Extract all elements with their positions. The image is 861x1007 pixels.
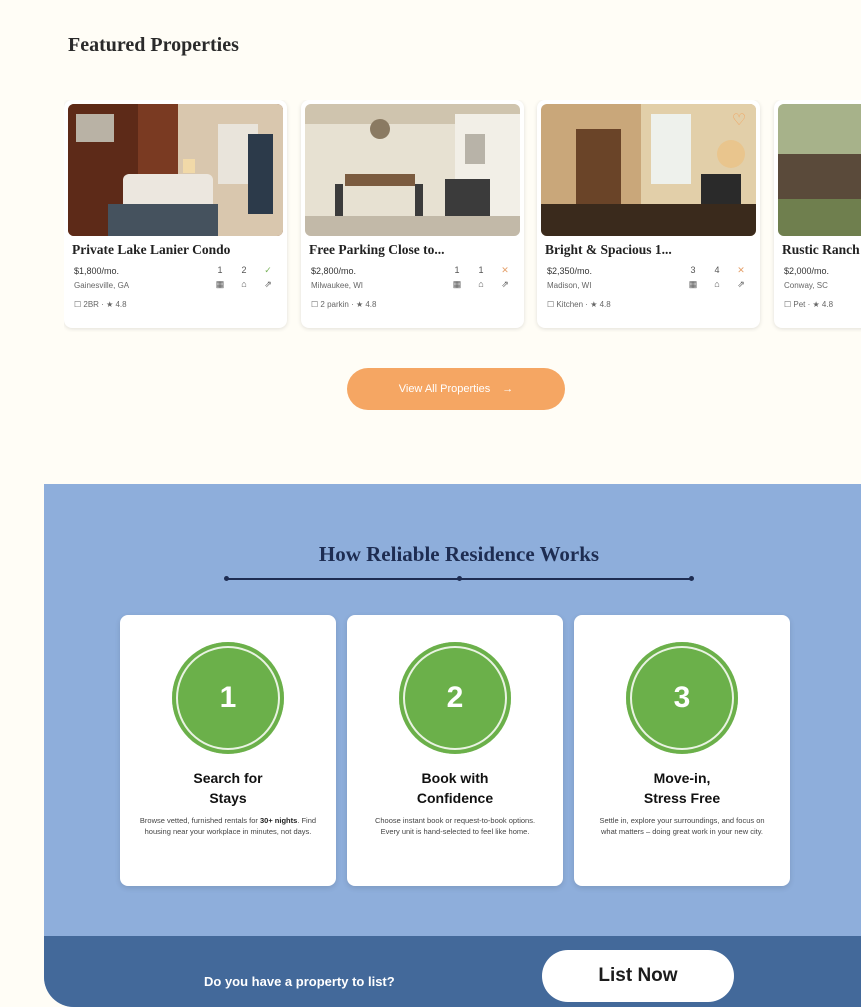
list-property-bar: Do you have a property to list? List Now — [44, 936, 861, 1007]
step-desc-text: Browse vetted, furnished rentals for — [139, 816, 258, 825]
step-card-move-in: 3 Move-in, Stress Free Settle in, explor… — [574, 615, 790, 886]
property-photo[interactable]: ♡ — [541, 104, 756, 236]
property-stats: 3 4 ✕ ▦ ⌂ ⇗ — [686, 265, 748, 293]
property-title[interactable]: Free Parking Close to... — [309, 242, 514, 258]
arrow-right-icon: → — [502, 383, 514, 395]
featured-cards-carousel[interactable]: Private Lake Lanier Condo $1,800/mo. Gai… — [64, 100, 861, 332]
property-card[interactable]: Private Lake Lanier Condo $1,800/mo. Gai… — [64, 100, 287, 328]
property-price: $2,800/mo. — [311, 266, 357, 276]
step-number-badge: 1 — [172, 642, 284, 754]
step-title-line: Move-in, — [653, 770, 711, 786]
property-location: Conway, SC — [784, 281, 828, 290]
property-stats: 1 1 ✕ ▦ ⌂ ⇗ — [450, 265, 512, 293]
share-icon[interactable]: ⇗ — [498, 279, 512, 293]
step-title-line: Confidence — [416, 790, 494, 806]
bath-icon: ⌂ — [478, 279, 484, 289]
availability-icon: ✕ — [737, 265, 745, 275]
list-now-button[interactable]: List Now — [542, 950, 734, 1002]
property-location: Milwaukee, WI — [311, 281, 364, 290]
property-title[interactable]: Private Lake Lanier Condo — [72, 242, 277, 258]
bed-icon: ▦ — [452, 279, 462, 289]
property-card[interactable]: ♡ Bright & Spacious 1... $2,350/mo. Madi… — [537, 100, 760, 328]
property-price: $2,350/mo. — [547, 266, 593, 276]
bath-count: 2 — [241, 265, 247, 275]
bath-icon: ⌂ — [241, 279, 247, 289]
bed-icon: ▦ — [215, 279, 225, 289]
property-photo-image — [778, 104, 861, 236]
bath-icon: ⌂ — [714, 279, 720, 289]
property-photo-image — [541, 104, 756, 236]
property-title[interactable]: Bright & Spacious 1... — [545, 242, 750, 258]
property-meta: ☐ Pet · ★ 4.8 — [784, 300, 834, 309]
bed-count: 1 — [454, 265, 460, 275]
step-number-badge: 3 — [626, 642, 738, 754]
property-photo[interactable] — [68, 104, 283, 236]
step-desc-emphasis: 30+ nights — [260, 816, 298, 825]
share-icon[interactable]: ⇗ — [261, 279, 275, 293]
view-all-label: View All Properties — [398, 383, 491, 395]
step-description: Browse vetted, furnished rentals for 30+… — [138, 815, 318, 837]
property-title[interactable]: Rustic Ranch — [782, 242, 861, 258]
property-photo-image — [68, 104, 283, 236]
property-meta: ☐ 2 parkin · ★ 4.8 — [311, 300, 377, 309]
step-number-badge: 2 — [399, 642, 511, 754]
step-description: Choose instant book or request-to-book o… — [374, 816, 536, 836]
share-icon[interactable]: ⇗ — [734, 279, 748, 293]
view-all-properties-button[interactable]: View All Properties → — [347, 368, 565, 410]
step-title-line: Stays — [209, 790, 247, 806]
list-property-question: Do you have a property to list? — [204, 974, 395, 989]
property-price: $1,800/mo. — [74, 266, 120, 276]
step-title-line: Book with — [421, 770, 489, 786]
step-title-line: Stress Free — [643, 790, 721, 806]
step-title: Book with Confidence — [357, 768, 553, 808]
heading-divider — [224, 576, 694, 581]
bed-icon: ▦ — [688, 279, 698, 289]
property-location: Gainesville, GA — [74, 281, 130, 290]
property-meta: ☐ 2BR · ★ 4.8 — [74, 300, 127, 309]
featured-properties-heading: Featured Properties — [68, 34, 239, 56]
step-title-line: Search for — [193, 770, 263, 786]
property-location: Madison, WI — [547, 281, 592, 290]
step-card-book: 2 Book with Confidence Choose instant bo… — [347, 615, 563, 886]
step-description: Settle in, explore your surroundings, an… — [599, 816, 765, 836]
how-it-works-heading: How Reliable Residence Works — [318, 542, 600, 566]
property-card[interactable]: Rustic Ranch $2,000/mo. Conway, SC ☐ Pet… — [774, 100, 861, 328]
property-card[interactable]: Free Parking Close to... $2,800/mo. Milw… — [301, 100, 524, 328]
property-photo[interactable] — [305, 104, 520, 236]
favorite-heart-icon[interactable]: ♡ — [730, 112, 748, 130]
how-it-works-section: How Reliable Residence Works 1 Search fo… — [44, 484, 861, 1007]
property-price: $2,000/mo. — [784, 266, 830, 276]
property-stats: 1 2 ✓ ▦ ⌂ ⇗ — [213, 265, 275, 293]
bath-count: 1 — [478, 265, 484, 275]
property-meta: ☐ Kitchen · ★ 4.8 — [547, 300, 611, 309]
bed-count: 1 — [217, 265, 223, 275]
bed-count: 3 — [690, 265, 696, 275]
property-photo-image — [305, 104, 520, 236]
availability-icon: ✓ — [264, 265, 272, 275]
step-title: Search for Stays — [130, 768, 326, 808]
availability-icon: ✕ — [501, 265, 509, 275]
property-photo[interactable] — [778, 104, 861, 236]
step-title: Move-in, Stress Free — [584, 768, 780, 808]
step-card-search: 1 Search for Stays Browse vetted, furnis… — [120, 615, 336, 886]
bath-count: 4 — [714, 265, 720, 275]
